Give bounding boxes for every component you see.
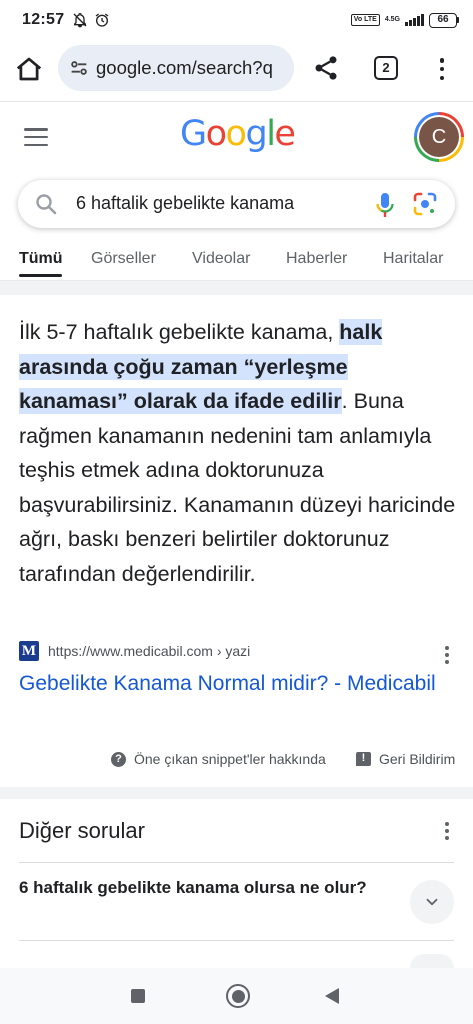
share-icon[interactable] [312, 54, 340, 82]
browser-menu-icon[interactable] [432, 56, 452, 82]
recent-apps-button[interactable] [131, 989, 145, 1003]
notifications-off-icon [73, 13, 87, 28]
result-more-options-icon[interactable] [444, 646, 450, 664]
hamburger-menu-icon[interactable] [24, 128, 48, 146]
other-questions-title: Diğer sorular [19, 818, 145, 843]
about-snippets-label: Öne çıkan snippet'ler hakkında [134, 751, 326, 767]
active-tab-indicator [19, 274, 62, 277]
url-text: google.com/search?q [96, 57, 273, 78]
tab-switcher-button[interactable]: 2 [374, 56, 398, 80]
avatar-letter: C [419, 117, 459, 157]
question-divider [19, 862, 454, 863]
battery-icon: 66 [429, 12, 459, 28]
home-icon[interactable] [14, 54, 44, 84]
tab-news[interactable]: Haberler [286, 250, 347, 268]
next-chevron-partial [410, 954, 454, 968]
battery-level: 66 [429, 12, 457, 28]
voice-search-icon[interactable] [374, 191, 396, 219]
search-input[interactable]: 6 haftalik gebelikte kanama [76, 193, 330, 214]
logo-letter: G [180, 114, 207, 154]
signal-icon [405, 14, 424, 26]
home-button[interactable] [226, 984, 250, 1008]
network-type: 4.5G [384, 16, 400, 23]
snippet-text-after: . Buna rağmen kanamanın nedenini tam anl… [19, 389, 456, 586]
system-navigation-bar [0, 968, 473, 1024]
tab-all[interactable]: Tümü [19, 250, 63, 268]
google-lens-icon[interactable] [412, 191, 438, 217]
back-button[interactable] [325, 988, 339, 1004]
logo-letter: e [274, 114, 296, 154]
search-box[interactable]: 6 haftalik gebelikte kanama [18, 180, 455, 228]
tab-maps[interactable]: Haritalar [383, 250, 443, 268]
snippet-text-before: İlk 5-7 haftalık gebelikte kanama, [19, 320, 340, 344]
featured-snippet-text: İlk 5-7 haftalık gebelikte kanama, halk … [19, 315, 459, 591]
result-title-link[interactable]: Gebelikte Kanama Normal midir? - Medicab… [19, 668, 439, 699]
tab-videos[interactable]: Videolar [192, 250, 250, 268]
section-gap [0, 787, 473, 799]
about-snippets-link[interactable]: ? Öne çıkan snippet'ler hakkında [111, 751, 326, 767]
status-bar: 12:57 Vo LTE 4.5G 66 [0, 0, 473, 40]
alarm-icon [96, 13, 109, 27]
feedback-label: Geri Bildirim [379, 751, 456, 767]
search-icon [36, 194, 57, 215]
logo-letter: g [245, 114, 267, 154]
source-url[interactable]: https://www.medicabil.com › yazi [48, 643, 250, 659]
site-favicon: M [19, 641, 39, 661]
logo-letter: o [205, 114, 227, 154]
result-source[interactable]: M https://www.medicabil.com › yazi [19, 641, 250, 661]
tab-images[interactable]: Görseller [91, 250, 156, 268]
help-icon: ? [111, 751, 126, 767]
account-avatar[interactable]: C [414, 112, 464, 162]
logo-letter: o [225, 114, 247, 154]
address-bar[interactable]: google.com/search?q [58, 45, 294, 91]
question-item[interactable]: 6 haftalık gebelikte kanama olursa ne ol… [19, 875, 379, 900]
browser-toolbar: google.com/search?q 2 [0, 44, 473, 94]
expand-chevron-icon[interactable] [410, 880, 454, 924]
feedback-link[interactable]: ! Geri Bildirim [356, 751, 455, 767]
section-gap [0, 281, 473, 295]
volte-badge: Vo LTE [350, 14, 380, 26]
question-divider [19, 940, 454, 941]
toolbar-divider [0, 101, 473, 102]
google-logo[interactable]: Google [180, 114, 296, 154]
status-time: 12:57 [22, 11, 65, 28]
search-tabs: Tümü Görseller Videolar Haberler Harital… [0, 250, 473, 280]
other-questions-options-icon[interactable] [444, 822, 450, 840]
site-settings-icon[interactable] [68, 57, 90, 79]
feedback-icon: ! [356, 752, 371, 766]
